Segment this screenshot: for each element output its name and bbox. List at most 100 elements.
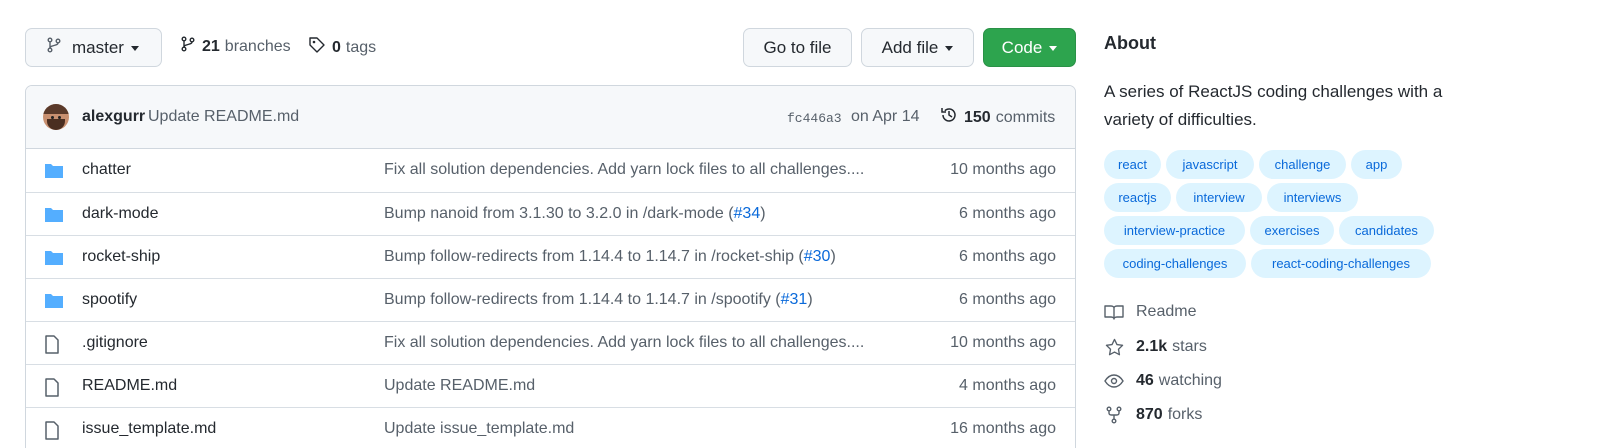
topic-tag[interactable]: javascript xyxy=(1166,150,1254,179)
commits-count: 150 xyxy=(964,108,991,126)
history-icon xyxy=(940,106,958,129)
topic-tag[interactable]: reactjs xyxy=(1104,183,1171,212)
file-name-link[interactable]: README.md xyxy=(82,377,177,395)
branch-label: master xyxy=(72,37,124,57)
chevron-down-icon xyxy=(130,46,139,51)
topic-tag[interactable]: interview-practice xyxy=(1104,216,1245,245)
commit-message-link[interactable]: Update README.md xyxy=(148,108,299,126)
commit-author-link[interactable]: alexgurr xyxy=(82,108,145,126)
topic-tag[interactable]: interview xyxy=(1176,183,1262,212)
file-icon xyxy=(44,335,60,359)
chevron-down-icon xyxy=(945,46,954,51)
branch-select-button[interactable]: master xyxy=(25,28,162,67)
add-file-label: Add file xyxy=(881,37,939,57)
commit-message-link[interactable]: Fix all solution dependencies. Add yarn … xyxy=(384,161,864,179)
table-row: chatter Fix all solution dependencies. A… xyxy=(26,149,1075,192)
table-row: dark-mode Bump nanoid from 3.1.30 to 3.2… xyxy=(26,192,1075,235)
table-row: issue_template.md Update issue_template.… xyxy=(26,407,1075,448)
topic-tag[interactable]: coding-challenges xyxy=(1104,249,1246,278)
commit-message-link[interactable]: Bump follow-redirects from 1.14.4 to 1.1… xyxy=(384,291,813,309)
stars-link[interactable]: 2.1k stars xyxy=(1104,337,1207,357)
commit-message-text: Bump follow-redirects from 1.14.4 to 1.1… xyxy=(384,291,781,308)
file-name-link[interactable]: .gitignore xyxy=(82,334,148,352)
commit-message-link[interactable]: Bump follow-redirects from 1.14.4 to 1.1… xyxy=(384,248,836,266)
add-file-button[interactable]: Add file xyxy=(861,28,974,67)
star-icon xyxy=(1104,337,1124,357)
stars-count: 2.1k xyxy=(1136,338,1168,355)
forks-count: 870 xyxy=(1136,406,1163,423)
topic-tag[interactable]: react xyxy=(1104,150,1161,179)
file-name-link[interactable]: spootify xyxy=(82,291,137,309)
commit-age: 16 months ago xyxy=(950,420,1056,437)
pull-request-link[interactable]: #31 xyxy=(781,291,808,308)
topic-tag[interactable]: challenge xyxy=(1259,150,1346,179)
about-description: A series of ReactJS coding challenges wi… xyxy=(1104,82,1443,129)
pull-request-link[interactable]: #30 xyxy=(804,248,831,265)
commit-message-link[interactable]: Bump nanoid from 3.1.30 to 3.2.0 in /dar… xyxy=(384,205,766,223)
branches-link[interactable]: 21 branches xyxy=(180,36,291,57)
commit-sha-link[interactable]: fc446a3 xyxy=(787,111,842,126)
code-label: Code xyxy=(1001,37,1043,57)
forks-label: forks xyxy=(1167,406,1203,423)
go-to-file-label: Go to file xyxy=(763,37,832,57)
tags-link[interactable]: 0 tags xyxy=(308,36,376,59)
commit-message-text: Update README.md xyxy=(384,377,536,394)
pull-request-link[interactable]: #34 xyxy=(734,205,761,222)
fork-icon xyxy=(1104,405,1124,425)
file-name-link[interactable]: rocket-ship xyxy=(82,248,160,266)
commit-age: 6 months ago xyxy=(959,248,1056,265)
latest-commit-bar: alexgurr Update README.md fc446a3 on Apr… xyxy=(26,86,1075,149)
commit-age: 6 months ago xyxy=(959,291,1056,308)
branches-count: 21 xyxy=(202,37,220,55)
forks-link[interactable]: 870 forks xyxy=(1104,405,1202,425)
file-icon xyxy=(44,421,60,445)
commit-message-link[interactable]: Update issue_template.md xyxy=(384,420,574,438)
stars-label: stars xyxy=(1172,338,1207,355)
folder-icon xyxy=(44,162,64,184)
commit-message-link[interactable]: Update README.md xyxy=(384,377,535,395)
eye-icon xyxy=(1104,371,1124,391)
file-list-box: alexgurr Update README.md fc446a3 on Apr… xyxy=(25,85,1076,448)
commit-message-suffix: ) xyxy=(807,291,813,308)
git-branch-icon xyxy=(46,37,62,58)
tag-icon xyxy=(308,36,326,59)
commits-link[interactable]: 150 commits xyxy=(940,106,1055,129)
go-to-file-button[interactable]: Go to file xyxy=(743,28,852,67)
commit-date: on Apr 14 xyxy=(851,108,920,125)
readme-label: Readme xyxy=(1136,303,1197,320)
commit-message-suffix: ) xyxy=(830,248,836,265)
topic-tag[interactable]: interviews xyxy=(1267,183,1358,212)
file-name-link[interactable]: issue_template.md xyxy=(82,420,216,438)
file-name-link[interactable]: chatter xyxy=(82,161,131,179)
table-row: rocket-ship Bump follow-redirects from 1… xyxy=(26,235,1075,278)
avatar[interactable] xyxy=(43,104,69,130)
book-icon xyxy=(1104,302,1124,322)
chevron-down-icon xyxy=(1049,46,1058,51)
readme-link[interactable]: Readme xyxy=(1104,302,1196,322)
watchers-link[interactable]: 46 watching xyxy=(1104,371,1222,391)
commit-message-link[interactable]: Fix all solution dependencies. Add yarn … xyxy=(384,334,864,352)
commit-message-text: Update issue_template.md xyxy=(384,420,575,437)
commit-message-text: Bump follow-redirects from 1.14.4 to 1.1… xyxy=(384,248,804,265)
commit-age: 6 months ago xyxy=(959,205,1056,222)
topic-tag[interactable]: react-coding-challenges xyxy=(1251,249,1431,278)
commit-age: 10 months ago xyxy=(950,334,1056,351)
table-row: .gitignore Fix all solution dependencies… xyxy=(26,321,1075,364)
watching-count: 46 xyxy=(1136,372,1154,389)
topic-tag[interactable]: app xyxy=(1351,150,1402,179)
commit-age: 10 months ago xyxy=(950,161,1056,178)
table-row: README.md Update README.md 4 months ago xyxy=(26,364,1075,407)
topic-tag[interactable]: exercises xyxy=(1250,216,1334,245)
tags-count: 0 xyxy=(332,38,341,56)
file-name-link[interactable]: dark-mode xyxy=(82,205,158,223)
branches-label: branches xyxy=(224,37,291,55)
commit-age: 4 months ago xyxy=(959,377,1056,394)
commit-message-text: Bump nanoid from 3.1.30 to 3.2.0 in /dar… xyxy=(384,205,734,222)
folder-icon xyxy=(44,206,64,228)
topic-tag[interactable]: candidates xyxy=(1339,216,1434,245)
code-button[interactable]: Code xyxy=(983,28,1076,67)
commit-message-text: Fix all solution dependencies. Add yarn … xyxy=(384,161,865,178)
commit-message-suffix: ) xyxy=(760,205,766,222)
commit-message-text: Fix all solution dependencies. Add yarn … xyxy=(384,334,865,351)
file-icon xyxy=(44,378,60,402)
